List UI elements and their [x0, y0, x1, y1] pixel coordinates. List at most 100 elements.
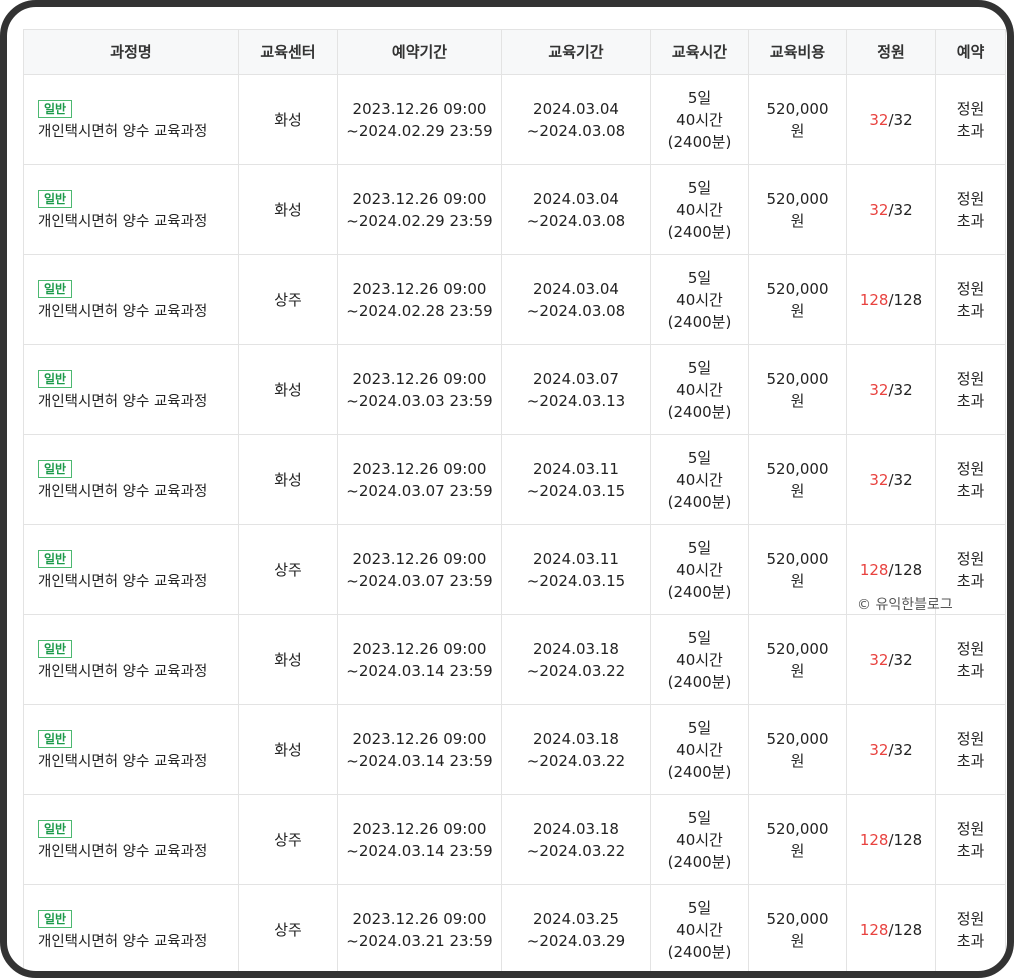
cost-unit: 원	[790, 481, 805, 500]
course-name[interactable]: 개인택시면허 양수 교육과정	[38, 391, 238, 413]
table-row[interactable]: 일반 개인택시면허 양수 교육과정 화성 2023.12.26 09:00 ~2…	[23, 344, 1006, 435]
capacity-current: 128	[859, 290, 889, 309]
time-hours: 40시간	[676, 920, 723, 939]
category-badge: 일반	[38, 99, 73, 118]
table-row[interactable]: 일반 개인택시면허 양수 교육과정 상주 2023.12.26 09:00 ~2…	[23, 254, 1006, 345]
status-line-1: 정원	[956, 639, 985, 658]
edu-end: ~2024.03.22	[526, 751, 626, 770]
course-cell[interactable]: 일반 개인택시면허 양수 교육과정	[23, 74, 239, 165]
capacity-cell: 32/32	[846, 614, 936, 705]
capacity-current: 32	[869, 740, 889, 759]
course-name[interactable]: 개인택시면허 양수 교육과정	[38, 931, 238, 953]
edu-start: 2024.03.18	[533, 639, 619, 658]
capacity-total: 128	[893, 920, 923, 939]
capacity-total: 32	[893, 380, 913, 399]
course-name[interactable]: 개인택시면허 양수 교육과정	[38, 661, 238, 683]
cost-amount: 520,000	[766, 189, 829, 208]
table-row[interactable]: 일반 개인택시면허 양수 교육과정 상주 2023.12.26 09:00 ~2…	[23, 794, 1006, 885]
capacity-cell: 32/32	[846, 704, 936, 795]
course-cell[interactable]: 일반 개인택시면허 양수 교육과정	[23, 434, 239, 525]
category-badge: 일반	[38, 189, 73, 208]
edu-period-cell: 2024.03.18 ~2024.03.22	[501, 704, 651, 795]
cost-amount: 520,000	[766, 639, 829, 658]
center-cell: 화성	[238, 164, 338, 255]
time-hours: 40시간	[676, 470, 723, 489]
capacity-current: 128	[859, 560, 889, 579]
time-minutes: (2400분)	[667, 492, 732, 511]
reserve-end: ~2024.02.29 23:59	[346, 121, 493, 140]
reservation-status-cell: 정원 초과	[935, 434, 1006, 525]
time-hours: 40시간	[676, 560, 723, 579]
table-row[interactable]: 일반 개인택시면허 양수 교육과정 화성 2023.12.26 09:00 ~2…	[23, 74, 1006, 165]
edu-period-cell: 2024.03.04 ~2024.03.08	[501, 254, 651, 345]
table-row[interactable]: 일반 개인택시면허 양수 교육과정 화성 2023.12.26 09:00 ~2…	[23, 164, 1006, 255]
status-line-2: 초과	[956, 481, 985, 500]
reserve-end: ~2024.03.07 23:59	[346, 571, 493, 590]
table-row[interactable]: 일반 개인택시면허 양수 교육과정 화성 2023.12.26 09:00 ~2…	[23, 434, 1006, 525]
cost-cell: 520,000 원	[748, 884, 847, 971]
status-line-1: 정원	[956, 549, 985, 568]
cost-unit: 원	[790, 211, 805, 230]
capacity-current: 32	[869, 110, 889, 129]
table-row[interactable]: 일반 개인택시면허 양수 교육과정 상주 2023.12.26 09:00 ~2…	[23, 884, 1006, 971]
status-line-2: 초과	[956, 121, 985, 140]
center-cell: 상주	[238, 524, 338, 615]
capacity-total: 32	[893, 200, 913, 219]
category-badge: 일반	[38, 729, 73, 748]
cost-cell: 520,000 원	[748, 524, 847, 615]
time-minutes: (2400분)	[667, 132, 732, 151]
reservation-status-cell: 정원 초과	[935, 704, 1006, 795]
reserve-start: 2023.12.26 09:00	[352, 639, 487, 658]
reserve-period-cell: 2023.12.26 09:00 ~2024.02.29 23:59	[337, 74, 502, 165]
cost-cell: 520,000 원	[748, 344, 847, 435]
edu-end: ~2024.03.08	[526, 121, 626, 140]
reserve-end: ~2024.03.21 23:59	[346, 931, 493, 950]
time-days: 5일	[687, 88, 712, 107]
status-line-2: 초과	[956, 391, 985, 410]
capacity-total: 32	[893, 470, 913, 489]
edu-start: 2024.03.25	[533, 909, 619, 928]
course-cell[interactable]: 일반 개인택시면허 양수 교육과정	[23, 344, 239, 435]
course-name[interactable]: 개인택시면허 양수 교육과정	[38, 841, 238, 863]
reserve-end: ~2024.02.29 23:59	[346, 211, 493, 230]
center-cell: 상주	[238, 254, 338, 345]
table-row[interactable]: 일반 개인택시면허 양수 교육과정 화성 2023.12.26 09:00 ~2…	[23, 614, 1006, 705]
edu-end: ~2024.03.08	[526, 301, 626, 320]
edu-start: 2024.03.11	[533, 459, 619, 478]
reserve-end: ~2024.03.03 23:59	[346, 391, 493, 410]
course-name[interactable]: 개인택시면허 양수 교육과정	[38, 751, 238, 773]
edu-period-cell: 2024.03.04 ~2024.03.08	[501, 74, 651, 165]
course-cell[interactable]: 일반 개인택시면허 양수 교육과정	[23, 524, 239, 615]
course-cell[interactable]: 일반 개인택시면허 양수 교육과정	[23, 614, 239, 705]
time-hours: 40시간	[676, 110, 723, 129]
time-minutes: (2400분)	[667, 942, 732, 961]
course-cell[interactable]: 일반 개인택시면허 양수 교육과정	[23, 794, 239, 885]
status-line-2: 초과	[956, 841, 985, 860]
reserve-start: 2023.12.26 09:00	[352, 549, 487, 568]
edu-time-cell: 5일 40시간 (2400분)	[650, 344, 749, 435]
edu-end: ~2024.03.15	[526, 481, 626, 500]
course-name[interactable]: 개인택시면허 양수 교육과정	[38, 301, 238, 323]
course-cell[interactable]: 일반 개인택시면허 양수 교육과정	[23, 164, 239, 255]
header-edu-time: 교육시간	[650, 29, 749, 75]
capacity-current: 32	[869, 200, 889, 219]
header-reserve-period: 예약기간	[337, 29, 502, 75]
course-cell[interactable]: 일반 개인택시면허 양수 교육과정	[23, 254, 239, 345]
edu-period-cell: 2024.03.18 ~2024.03.22	[501, 794, 651, 885]
time-minutes: (2400분)	[667, 672, 732, 691]
course-cell[interactable]: 일반 개인택시면허 양수 교육과정	[23, 704, 239, 795]
reserve-period-cell: 2023.12.26 09:00 ~2024.02.28 23:59	[337, 254, 502, 345]
center-cell: 화성	[238, 74, 338, 165]
course-name[interactable]: 개인택시면허 양수 교육과정	[38, 211, 238, 233]
course-name[interactable]: 개인택시면허 양수 교육과정	[38, 481, 238, 503]
header-capacity: 정원	[846, 29, 936, 75]
table-row[interactable]: 일반 개인택시면허 양수 교육과정 화성 2023.12.26 09:00 ~2…	[23, 704, 1006, 795]
reservation-status-cell: 정원 초과	[935, 164, 1006, 255]
edu-period-cell: 2024.03.04 ~2024.03.08	[501, 164, 651, 255]
capacity-current: 128	[859, 830, 889, 849]
course-cell[interactable]: 일반 개인택시면허 양수 교육과정	[23, 884, 239, 971]
course-name[interactable]: 개인택시면허 양수 교육과정	[38, 121, 238, 143]
reserve-period-cell: 2023.12.26 09:00 ~2024.03.03 23:59	[337, 344, 502, 435]
course-name[interactable]: 개인택시면허 양수 교육과정	[38, 571, 238, 593]
status-line-2: 초과	[956, 301, 985, 320]
